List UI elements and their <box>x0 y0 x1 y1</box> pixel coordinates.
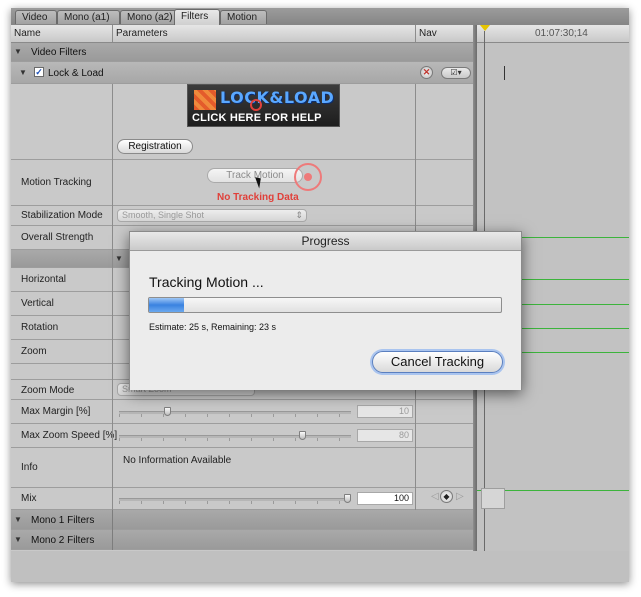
tracking-target-icon <box>294 163 322 191</box>
param-label: Vertical <box>21 298 54 309</box>
banner-cta: CLICK HERE FOR HELP <box>192 112 322 124</box>
registration-button[interactable]: Registration <box>117 139 193 154</box>
section-mono1-filters[interactable]: ▼ Mono 1 Filters <box>11 510 475 530</box>
filter-header-lock-load[interactable]: ▼ ✓ Lock & Load ✕ ☑▾ <box>11 62 475 84</box>
crosshair-icon <box>250 99 262 111</box>
timeline-timecode: 01:07:30;14 <box>535 28 588 39</box>
param-row-info: Info No Information Available <box>11 448 475 488</box>
column-header: Name Parameters Nav 01:07:30;14 <box>11 25 629 43</box>
lockload-logo-icon <box>194 90 216 110</box>
param-label: Max Margin [%] <box>21 406 91 417</box>
disclosure-triangle-icon[interactable]: ▼ <box>14 535 22 544</box>
param-row-motion-tracking: Motion Tracking Track Motion No Tracking… <box>11 160 475 206</box>
bottom-bar <box>11 551 629 582</box>
param-row-max-zoom-speed: Max Zoom Speed [%] 80 <box>11 424 475 448</box>
column-divider <box>112 84 113 510</box>
popup-value: Smooth, Single Shot <box>122 210 205 220</box>
clip-out-marker <box>504 66 505 80</box>
disclosure-triangle-icon[interactable]: ▼ <box>14 47 22 56</box>
progress-bar <box>148 297 502 313</box>
param-row-max-margin: Max Margin [%] 10 <box>11 400 475 424</box>
progress-bar-fill <box>149 298 185 312</box>
max-zoom-speed-slider[interactable] <box>119 431 351 441</box>
param-label: Horizontal <box>21 274 67 285</box>
cancel-tracking-button[interactable]: Cancel Tracking <box>372 351 503 373</box>
column-divider <box>112 510 113 550</box>
mix-keyframe-clip[interactable] <box>481 488 505 509</box>
section-label: Mono 2 Filters <box>31 535 95 546</box>
slider-thumb[interactable] <box>344 494 351 503</box>
slider-thumb[interactable] <box>164 407 171 416</box>
info-text: No Information Available <box>123 455 232 466</box>
max-zoom-speed-value-field[interactable]: 80 <box>357 429 413 442</box>
disclosure-triangle-icon[interactable]: ▼ <box>19 68 27 77</box>
column-parameters-header[interactable]: Parameters <box>112 25 415 42</box>
disclosure-triangle-icon[interactable]: ▼ <box>115 254 123 263</box>
banner-title: LOCK&LOAD <box>220 88 335 107</box>
filter-name-label: Lock & Load <box>48 68 104 79</box>
playhead-marker-icon[interactable] <box>480 25 490 31</box>
param-label: Info <box>21 462 38 473</box>
mix-slider[interactable] <box>119 494 351 504</box>
banner-row: LOCK&LOAD CLICK HERE FOR HELP Registrati… <box>11 84 475 160</box>
tab-filters[interactable]: Filters <box>174 9 220 25</box>
section-mono2-filters[interactable]: ▼ Mono 2 Filters <box>11 530 475 550</box>
section-label: Mono 1 Filters <box>31 515 95 526</box>
param-label: Motion Tracking <box>21 177 92 188</box>
section-video-filters[interactable]: ▼ Video Filters <box>11 43 475 62</box>
tab-video[interactable]: Video <box>15 10 57 24</box>
prev-keyframe-icon[interactable]: ◁ <box>431 491 439 502</box>
slider-thumb[interactable] <box>299 431 306 440</box>
section-label: Video Filters <box>31 47 87 58</box>
add-keyframe-icon[interactable]: ◆ <box>440 490 453 503</box>
progress-message: Tracking Motion ... <box>149 274 264 290</box>
mix-value-field[interactable]: 100 <box>357 492 413 505</box>
param-label: Zoom <box>21 346 47 357</box>
max-margin-slider[interactable] <box>119 407 351 417</box>
column-name-header[interactable]: Name <box>11 25 112 42</box>
tab-bar: Video Mono (a1) Mono (a2) Filters Motion <box>11 8 629 26</box>
param-label: Zoom Mode <box>21 385 75 396</box>
param-label: Overall Strength <box>21 232 94 243</box>
tab-mono-a1[interactable]: Mono (a1) <box>57 10 120 24</box>
column-nav-header[interactable]: Nav <box>415 25 475 42</box>
param-row-stabilization-mode: Stabilization Mode Smooth, Single Shot ⇕ <box>11 206 475 226</box>
next-keyframe-icon[interactable]: ▷ <box>456 491 464 502</box>
param-label: Max Zoom Speed [%] <box>21 430 118 441</box>
dialog-title: Progress <box>130 232 521 251</box>
param-label: Rotation <box>21 322 59 333</box>
track-motion-button[interactable]: Track Motion <box>207 168 303 183</box>
tracking-status: No Tracking Data <box>217 192 299 203</box>
chevron-updown-icon: ⇕ <box>295 210 303 220</box>
param-row-mix: Mix 100 ◁ ◆ ▷ <box>11 488 475 510</box>
filter-enable-checkbox[interactable]: ✓ <box>34 67 44 77</box>
tab-motion[interactable]: Motion <box>220 10 267 24</box>
lockload-banner[interactable]: LOCK&LOAD CLICK HERE FOR HELP <box>187 84 340 127</box>
progress-dialog: Progress Tracking Motion ... Estimate: 2… <box>129 231 522 390</box>
param-label: Stabilization Mode <box>21 210 103 221</box>
progress-estimate: Estimate: 25 s, Remaining: 23 s <box>149 322 277 332</box>
max-margin-value-field[interactable]: 10 <box>357 405 413 418</box>
dialog-body: Tracking Motion ... Estimate: 25 s, Rema… <box>130 251 521 390</box>
keyframe-menu-icon[interactable]: ☑▾ <box>441 67 471 79</box>
stabilization-mode-popup[interactable]: Smooth, Single Shot ⇕ <box>117 209 307 222</box>
disclosure-triangle-icon[interactable]: ▼ <box>14 515 22 524</box>
param-label: Mix <box>21 493 37 504</box>
reset-icon[interactable]: ✕ <box>420 66 433 79</box>
